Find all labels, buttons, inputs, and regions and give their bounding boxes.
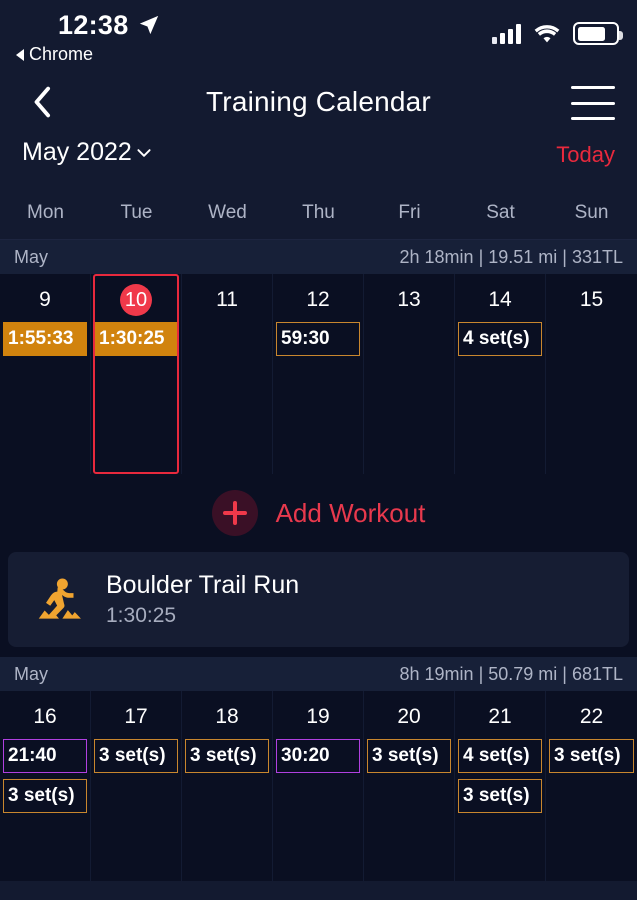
day-workout-chips: 1:30:25	[91, 322, 181, 356]
workout-chip[interactable]: 59:30	[276, 322, 360, 356]
calendar-week-row: 16 21:40 3 set(s) 17 3 set(s) 18 3 set(s) 19 30:…	[0, 691, 637, 881]
day-number: 14	[488, 288, 512, 311]
day-number: 10	[91, 284, 181, 316]
workout-card-wrapper: Boulder Trail Run 1:30:25	[0, 552, 637, 657]
back-triangle-icon	[16, 48, 24, 61]
today-button[interactable]: Today	[556, 142, 615, 168]
weekday-thu: Thu	[302, 201, 335, 223]
day-number: 16	[33, 705, 57, 728]
workout-chip[interactable]: 3 set(s)	[185, 739, 269, 773]
month-selector[interactable]: May 2022	[22, 138, 152, 167]
back-to-chrome-link[interactable]: Chrome	[16, 44, 93, 65]
location-arrow-icon	[139, 15, 159, 35]
day-workout-chips: 3 set(s)	[182, 739, 272, 773]
calendar-day-cell[interactable]: 11	[182, 274, 273, 474]
trail-running-icon	[38, 577, 81, 619]
workout-chip[interactable]: 4 set(s)	[458, 739, 542, 773]
day-workout-chips: 1:55:33	[0, 322, 90, 356]
week-summary-stats: 2h 18min | 19.51 mi | 331TL	[399, 246, 623, 267]
calendar-day-cell[interactable]: 20 3 set(s)	[364, 691, 455, 881]
workout-chip[interactable]: 3 set(s)	[367, 739, 451, 773]
plus-icon	[211, 490, 258, 536]
workout-title: Boulder Trail Run	[106, 571, 300, 599]
month-row: May 2022 Today	[0, 134, 637, 186]
hamburger-line	[571, 101, 615, 105]
calendar-day-cell[interactable]: 17 3 set(s)	[91, 691, 182, 881]
calendar-day-cell[interactable]: 9 1:55:33	[0, 274, 91, 474]
nav-bar: Training Calendar	[0, 72, 637, 134]
workout-chip[interactable]: 3 set(s)	[94, 739, 178, 773]
wifi-icon	[534, 24, 560, 42]
week-summary-band: May 8h 19min | 50.79 mi | 681TL	[0, 657, 637, 691]
selected-day-badge: 10	[120, 284, 152, 316]
workout-chip[interactable]: 1:30:25	[94, 322, 178, 356]
page-title: Training Calendar	[206, 86, 431, 117]
workout-chip[interactable]: 3 set(s)	[458, 779, 542, 813]
month-label: May 2022	[22, 138, 132, 166]
status-time: 12:38	[58, 10, 129, 40]
workout-chip[interactable]: 30:20	[276, 739, 360, 773]
calendar-week-row: 9 1:55:33 10 1:30:25 11 12 59:30 13 14 4 set(s) 15	[0, 274, 637, 474]
day-number: 13	[397, 288, 421, 311]
day-number: 15	[579, 288, 604, 311]
battery-icon	[573, 22, 623, 45]
hamburger-line	[571, 117, 615, 120]
week-summary-stats: 8h 19min | 50.79 mi | 681TL	[399, 663, 623, 684]
weekday-header: Mon Tue Wed Thu Fri Sat Sun	[0, 186, 637, 240]
day-number: 19	[306, 705, 330, 728]
day-number: 20	[397, 705, 421, 728]
status-bar: 12:38 Chrome	[0, 0, 637, 72]
add-workout-button[interactable]: Add Workout	[0, 474, 637, 552]
week-month-label: May	[14, 663, 49, 684]
day-number: 21	[488, 705, 512, 728]
day-number: 22	[579, 705, 604, 728]
workout-chip[interactable]: 1:55:33	[3, 322, 87, 356]
weekday-sat: Sat	[486, 201, 515, 223]
calendar-day-cell[interactable]: 10 1:30:25	[91, 274, 182, 474]
status-indicators	[492, 22, 623, 45]
weekday-wed: Wed	[208, 201, 247, 223]
calendar-day-cell[interactable]: 14 4 set(s)	[455, 274, 546, 474]
calendar-day-cell[interactable]: 21 4 set(s) 3 set(s)	[455, 691, 546, 881]
calendar-day-cell[interactable]: 13	[364, 274, 455, 474]
day-workout-chips: 3 set(s)	[364, 739, 454, 773]
day-workout-chips: 4 set(s) 3 set(s)	[455, 739, 545, 813]
day-number: 17	[124, 705, 148, 728]
hamburger-line	[571, 86, 615, 89]
weekday-mon: Mon	[27, 201, 64, 223]
week-month-label: May	[14, 246, 49, 267]
calendar-day-cell[interactable]: 16 21:40 3 set(s)	[0, 691, 91, 881]
day-workout-chips: 21:40 3 set(s)	[0, 739, 90, 813]
workout-chip[interactable]: 3 set(s)	[3, 779, 87, 813]
calendar-day-cell[interactable]: 18 3 set(s)	[182, 691, 273, 881]
menu-button[interactable]	[571, 86, 615, 120]
workout-card[interactable]: Boulder Trail Run 1:30:25	[8, 552, 629, 647]
training-calendar-screen: 12:38 Chrome Training Calendar May 2022 …	[0, 0, 637, 900]
calendar-day-cell[interactable]: 22 3 set(s)	[546, 691, 637, 881]
day-workout-chips: 4 set(s)	[455, 322, 545, 356]
day-number: 12	[306, 288, 330, 311]
workout-duration: 1:30:25	[106, 604, 177, 627]
day-workout-chips: 59:30	[273, 322, 363, 356]
workout-chip[interactable]: 21:40	[3, 739, 87, 773]
back-app-label: Chrome	[29, 44, 94, 64]
day-workout-chips: 30:20	[273, 739, 363, 773]
cellular-signal-icon	[492, 23, 521, 44]
calendar-day-cell[interactable]: 15	[546, 274, 637, 474]
add-workout-label: Add Workout	[275, 497, 426, 528]
calendar-day-cell[interactable]: 12 59:30	[273, 274, 364, 474]
day-workout-chips: 3 set(s)	[546, 739, 637, 773]
workout-chip[interactable]: 3 set(s)	[549, 739, 634, 773]
day-number: 11	[216, 288, 238, 311]
day-workout-chips: 3 set(s)	[91, 739, 181, 773]
weekday-fri: Fri	[398, 201, 421, 223]
week-summary-band: May 2h 18min | 19.51 mi | 331TL	[0, 240, 637, 274]
day-number: 18	[215, 705, 239, 728]
workout-chip[interactable]: 4 set(s)	[458, 322, 542, 356]
weekday-tue: Tue	[120, 201, 153, 223]
chevron-down-icon	[137, 148, 151, 157]
day-number: 9	[39, 288, 51, 311]
weekday-sun: Sun	[574, 201, 609, 223]
calendar-day-cell[interactable]: 19 30:20	[273, 691, 364, 881]
